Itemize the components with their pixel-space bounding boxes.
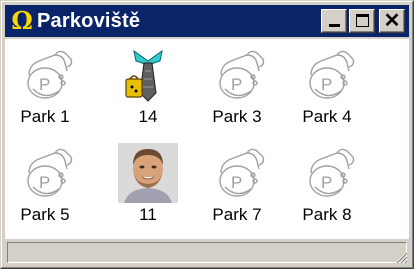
parking-tile-occupied[interactable]: 14 [103,41,193,133]
person-photo-avatar [118,143,178,203]
svg-text:P: P [231,173,242,192]
omega-icon[interactable]: Ω [11,8,33,34]
parking-telephone-icon: P [207,143,267,203]
resize-grip-icon[interactable] [394,250,408,264]
minimize-icon [329,24,340,27]
parking-tile[interactable]: P Park 3 [192,41,282,133]
tile-label: Park 8 [302,205,352,224]
svg-text:P: P [39,75,50,94]
parkoviste-window: Ω Parkoviště ✕ P Park 1 14 P Park 3 P Pa… [0,0,414,269]
parking-tile[interactable]: P Park 4 [282,41,372,133]
tile-label: Park 3 [212,107,262,126]
parking-telephone-icon: P [297,143,357,203]
status-bar [5,240,409,265]
titlebar[interactable]: Ω Parkoviště ✕ [5,5,409,37]
close-button[interactable]: ✕ [379,9,405,33]
parking-tile[interactable]: P Park 5 [0,139,90,231]
maximize-icon [356,14,369,27]
status-panel [7,242,407,263]
tile-label: Park 1 [20,107,70,126]
tile-label: Park 7 [212,205,262,224]
parking-telephone-icon: P [297,45,357,105]
parking-tile[interactable]: P Park 7 [192,139,282,231]
tile-label: Park 5 [20,205,70,224]
tile-label: 11 [139,205,157,224]
tile-label: 14 [138,107,158,126]
window-frame: Ω Parkoviště ✕ P Park 1 14 P Park 3 P Pa… [1,1,413,268]
titlebar-buttons: ✕ [321,9,405,33]
parking-telephone-icon: P [207,45,267,105]
svg-text:P: P [321,173,332,192]
svg-text:P: P [39,173,50,192]
parking-list: P Park 1 14 P Park 3 P Park 4 P Park 5 1… [5,39,409,239]
parking-tile[interactable]: P Park 8 [282,139,372,231]
tie-bag-person-icon [118,45,178,105]
tile-label: Park 4 [302,107,352,126]
parking-telephone-icon: P [15,45,75,105]
svg-text:P: P [321,75,332,94]
maximize-button[interactable] [349,9,375,33]
svg-text:P: P [231,75,242,94]
parking-tile-occupied[interactable]: 11 [103,139,193,231]
parking-tile[interactable]: P Park 1 [0,41,90,133]
parking-telephone-icon: P [15,143,75,203]
close-icon: ✕ [383,10,401,32]
window-title: Parkoviště [37,9,141,32]
minimize-button[interactable] [321,9,347,33]
